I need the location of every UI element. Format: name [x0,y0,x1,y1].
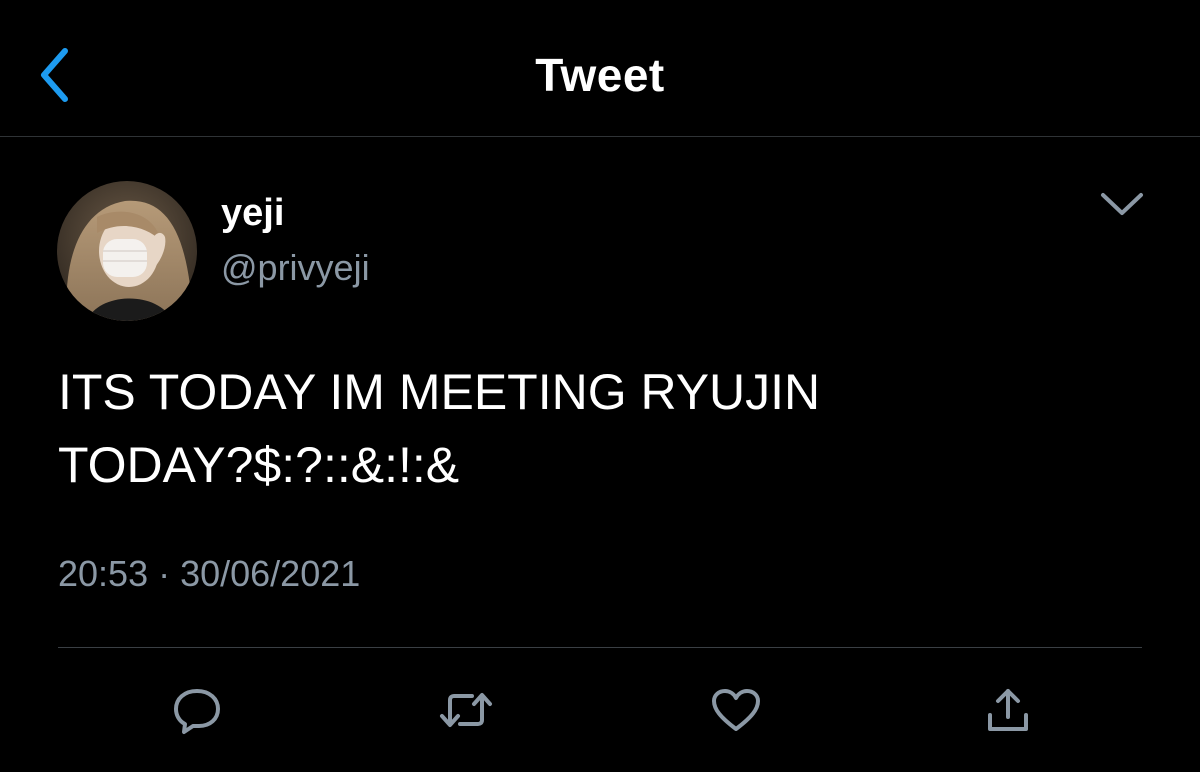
page-title: Tweet [535,49,665,101]
tweet-time: 20:53 [58,553,149,594]
avatar[interactable] [57,181,197,321]
tweet-date: 30/06/2021 [180,553,361,594]
author-display-name[interactable]: yeji [221,192,284,235]
chevron-down-icon [1101,193,1143,215]
tweet-timestamp: 20:53 · 30/06/2021 [58,553,360,595]
tweet-text: ITS TODAY IM MEETING RYUJIN TODAY?$:?::&… [58,364,821,493]
heart-icon [712,689,760,731]
author-handle[interactable]: @privyeji [221,247,370,289]
like-button[interactable] [704,680,768,740]
more-options-button[interactable] [1095,182,1149,226]
divider [58,647,1142,648]
timestamp-separator: · [158,553,171,594]
reply-icon [174,689,220,734]
reply-button[interactable] [165,680,229,740]
avatar-photo [57,181,197,321]
share-button[interactable] [976,680,1040,740]
share-icon [988,689,1028,731]
retweet-icon [440,693,492,727]
top-bar: Tweet [0,0,1200,137]
retweet-button[interactable] [434,680,498,740]
